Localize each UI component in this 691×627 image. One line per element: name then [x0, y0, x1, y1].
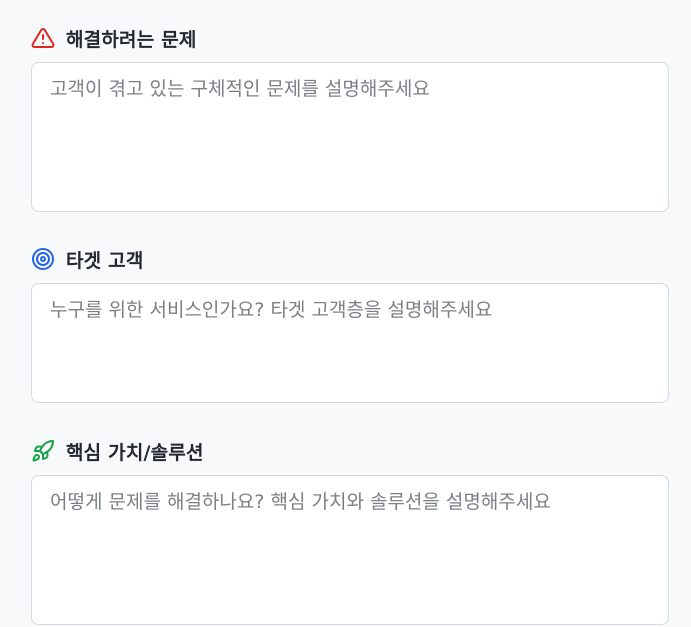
value-textarea[interactable]	[31, 475, 669, 625]
value-label: 핵심 가치/솔루션	[66, 441, 204, 464]
warning-triangle-icon	[31, 26, 55, 50]
value-label-row: 핵심 가치/솔루션	[31, 437, 669, 465]
target-icon	[31, 247, 55, 271]
target-label-row: 타겟 고객	[31, 245, 669, 273]
problem-label: 해결하려는 문제	[66, 28, 197, 51]
problem-label-row: 해결하려는 문제	[31, 24, 669, 52]
value-field-group: 핵심 가치/솔루션	[31, 437, 669, 625]
target-field-group: 타겟 고객	[31, 245, 669, 403]
target-label: 타겟 고객	[66, 249, 144, 272]
target-textarea[interactable]	[31, 283, 669, 403]
rocket-icon	[31, 439, 55, 463]
problem-field-group: 해결하려는 문제	[31, 24, 669, 212]
problem-textarea[interactable]	[31, 62, 669, 212]
